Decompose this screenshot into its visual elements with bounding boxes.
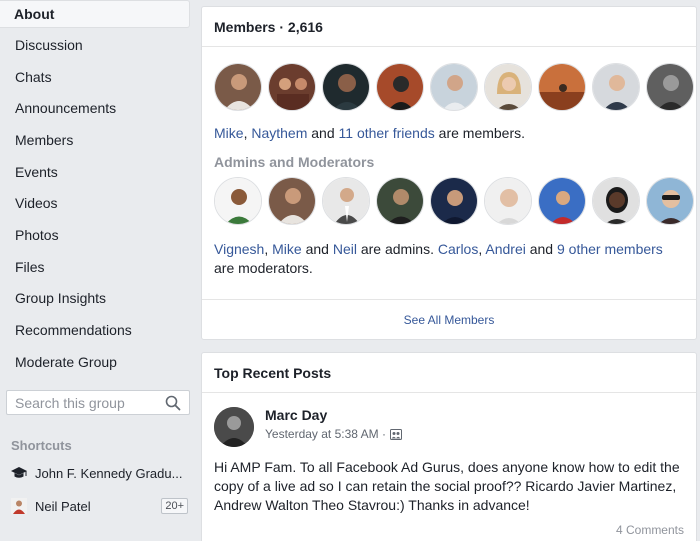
sidebar-item-label: Discussion <box>15 36 83 53</box>
member-avatar[interactable] <box>430 63 478 111</box>
admin-link-vignesh[interactable]: Vignesh <box>214 241 264 257</box>
notification-count-badge: 20+ <box>161 498 188 514</box>
top-posts-title: Top Recent Posts <box>202 353 696 393</box>
admin-avatar[interactable] <box>322 177 370 225</box>
admin-avatar[interactable] <box>592 177 640 225</box>
post-timestamp: Yesterday at 5:38 AM · <box>265 427 402 441</box>
top-posts-card: Top Recent Posts Marc Day Yesterday at 5… <box>201 352 697 541</box>
member-avatar[interactable] <box>268 63 316 111</box>
group-search-box <box>6 390 190 415</box>
friends-members-summary: Mike, Naythem and 11 other friends are m… <box>202 124 696 143</box>
sidebar-item-chats[interactable]: Chats <box>0 61 196 93</box>
shortcuts-heading: Shortcuts <box>11 438 72 453</box>
other-moderators-link[interactable]: 9 other members <box>557 241 663 257</box>
admin-avatar[interactable] <box>268 177 316 225</box>
other-friends-link[interactable]: 11 other friends <box>339 125 435 141</box>
see-all-members-link[interactable]: See All Members <box>202 299 696 339</box>
sidebar-item-files[interactable]: Files <box>0 251 196 283</box>
members-card-title: Members · 2,616 <box>202 7 696 47</box>
post-author-avatar[interactable] <box>214 407 254 447</box>
member-avatar[interactable] <box>214 63 262 111</box>
members-card: Members · 2,616 Mike, Naythem and 11 oth… <box>201 6 697 340</box>
separator-text: , <box>264 241 273 257</box>
sidebar-item-label: Announcements <box>15 100 117 117</box>
admin-avatar[interactable] <box>646 177 694 225</box>
moderators-suffix-text: are moderators. <box>214 260 313 276</box>
member-avatar[interactable] <box>538 63 586 111</box>
sidebar-item-photos[interactable]: Photos <box>0 219 196 251</box>
sidebar-item-about[interactable]: About <box>0 0 190 28</box>
admin-avatar[interactable] <box>214 177 262 225</box>
sidebar-item-members[interactable]: Members <box>0 124 196 156</box>
sidebar-item-recommendations[interactable]: Recommendations <box>0 314 196 346</box>
shortcut-neil-patel[interactable]: Neil Patel 20+ <box>10 494 188 518</box>
sidebar-item-discussion[interactable]: Discussion <box>0 29 196 61</box>
and-text: and <box>525 241 557 257</box>
sidebar-item-moderate-group[interactable]: Moderate Group <box>0 346 196 378</box>
admin-avatar[interactable] <box>376 177 424 225</box>
member-avatar[interactable] <box>322 63 370 111</box>
sidebar-item-label: Moderate Group <box>15 353 117 370</box>
sidebar-item-label: Files <box>15 258 45 275</box>
admins-moderators-heading: Admins and Moderators <box>214 154 375 170</box>
sidebar-item-label: Chats <box>15 68 52 85</box>
shortcut-label: John F. Kennedy Gradu... <box>35 465 183 481</box>
admin-link-neil[interactable]: Neil <box>333 241 357 257</box>
graduation-cap-icon <box>10 464 28 482</box>
friend-link-naythem[interactable]: Naythem <box>251 125 307 141</box>
sidebar-item-announcements[interactable]: Announcements <box>0 92 196 124</box>
group-audience-icon <box>389 428 402 440</box>
member-avatar[interactable] <box>646 63 694 111</box>
member-avatar[interactable] <box>592 63 640 111</box>
admins-moderators-summary: Vignesh, Mike and Neil are admins. Carlo… <box>202 240 696 278</box>
and-text: and <box>301 241 333 257</box>
profile-thumb-icon <box>10 497 28 515</box>
post-time-text[interactable]: Yesterday at 5:38 AM · <box>265 427 386 441</box>
post-author-name[interactable]: Marc Day <box>265 407 327 423</box>
sidebar-item-videos[interactable]: Videos <box>0 187 196 219</box>
member-avatar[interactable] <box>484 63 532 111</box>
admin-avatars <box>202 177 696 225</box>
group-sidebar: About Discussion Chats Announcements Mem… <box>0 0 196 541</box>
moderator-link-carlos[interactable]: Carlos <box>438 241 478 257</box>
search-input[interactable] <box>15 394 160 411</box>
search-icon[interactable] <box>165 395 181 411</box>
shortcut-label: Neil Patel <box>35 498 91 514</box>
member-avatar[interactable] <box>376 63 424 111</box>
and-text: and <box>307 125 339 141</box>
admin-avatar[interactable] <box>430 177 478 225</box>
admin-avatar[interactable] <box>484 177 532 225</box>
friend-link-mike[interactable]: Mike <box>214 125 244 141</box>
friend-members-avatars <box>202 63 696 111</box>
admins-suffix-text: are admins. <box>356 241 438 257</box>
post-comments-count[interactable]: 4 Comments <box>616 523 684 537</box>
post-body-text: Hi AMP Fam. To all Facebook Ad Gurus, do… <box>214 459 680 513</box>
sidebar-item-group-insights[interactable]: Group Insights <box>0 283 196 315</box>
sidebar-item-label: Videos <box>15 195 58 212</box>
sidebar-item-events[interactable]: Events <box>0 156 196 188</box>
members-suffix-text: are members. <box>434 125 526 141</box>
admin-link-mike[interactable]: Mike <box>272 241 302 257</box>
sidebar-item-label: Events <box>15 163 58 180</box>
admin-avatar[interactable] <box>538 177 586 225</box>
shortcut-jfk-graduates[interactable]: John F. Kennedy Gradu... <box>10 461 188 485</box>
sidebar-item-label: About <box>14 6 55 22</box>
moderator-link-andrei[interactable]: Andrei <box>485 241 525 257</box>
sidebar-item-label: Group Insights <box>15 290 107 307</box>
sidebar-item-label: Photos <box>15 226 59 243</box>
sidebar-item-label: Members <box>15 131 74 148</box>
sidebar-item-label: Recommendations <box>15 322 132 339</box>
